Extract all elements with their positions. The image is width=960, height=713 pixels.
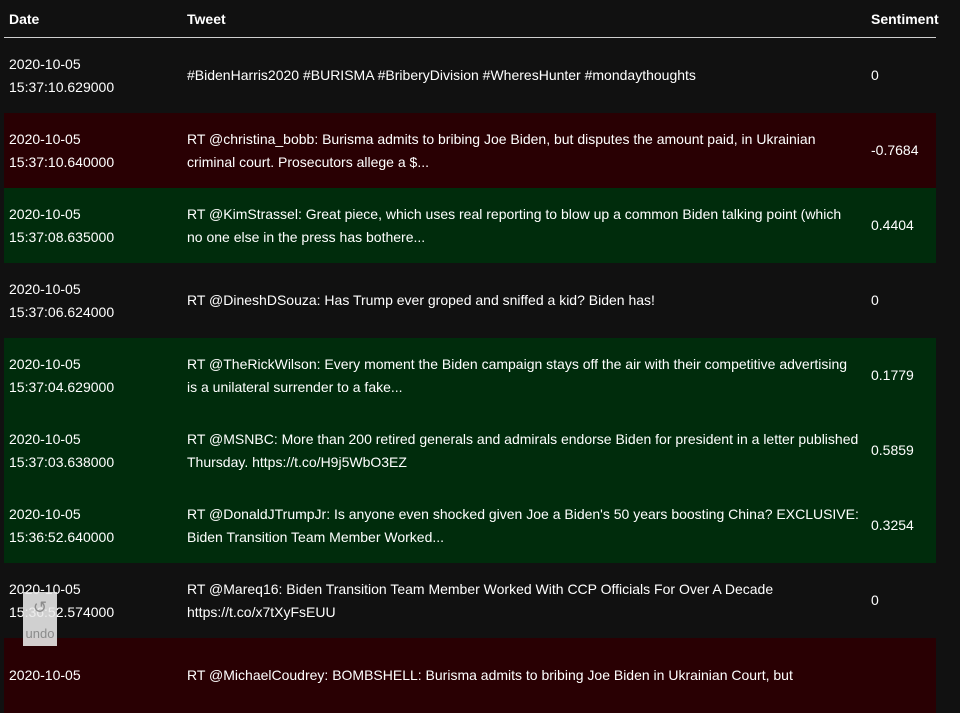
date-value: 2020-10-05: [9, 428, 182, 451]
tweets-table-container: Date Tweet Sentiment 2020-10-0515:37:10.…: [4, 0, 936, 713]
date-cell: 2020-10-0515:37:10.629000: [4, 38, 182, 114]
sentiment-cell: -0.7684: [866, 113, 936, 188]
table-row[interactable]: 2020-10-0515:37:08.635000RT @KimStrassel…: [4, 188, 936, 263]
time-value: 15:37:08.635000: [9, 226, 182, 249]
undo-label: undo: [23, 626, 57, 642]
date-cell: 2020-10-0515:37:10.640000: [4, 113, 182, 188]
tweet-cell: RT @MSNBC: More than 200 retired general…: [182, 413, 866, 488]
date-cell: 2020-10-0515:37:08.635000: [4, 188, 182, 263]
table-body: 2020-10-0515:37:10.629000#BidenHarris202…: [4, 38, 936, 713]
table-row[interactable]: 2020-10-0515:36:52.640000RT @DonaldJTrum…: [4, 488, 936, 563]
tweet-cell: RT @DineshDSouza: Has Trump ever groped …: [182, 263, 866, 338]
table-row[interactable]: 2020-10-0515:37:10.629000#BidenHarris202…: [4, 38, 936, 114]
date-value: 2020-10-05: [9, 353, 182, 376]
date-value: 2020-10-05: [9, 128, 182, 151]
tweet-cell: RT @Mareq16: Biden Transition Team Membe…: [182, 563, 866, 638]
sentiment-cell: 0.1779: [866, 338, 936, 413]
date-value: 2020-10-05: [9, 53, 182, 76]
tweet-cell: RT @MichaelCoudrey: BOMBSHELL: Burisma a…: [182, 638, 866, 713]
tweet-cell: #BidenHarris2020 #BURISMA #BriberyDivisi…: [182, 38, 866, 114]
tweet-column-header[interactable]: Tweet: [182, 0, 866, 38]
date-cell: 2020-10-0515:37:06.624000: [4, 263, 182, 338]
date-value: 2020-10-05: [9, 664, 182, 687]
date-value: 2020-10-05: [9, 203, 182, 226]
time-value: 15:37:10.640000: [9, 151, 182, 174]
tweet-cell: RT @KimStrassel: Great piece, which uses…: [182, 188, 866, 263]
date-cell: 2020-10-05: [4, 638, 182, 713]
sentiment-cell: 0: [866, 263, 936, 338]
sentiment-cell: 0: [866, 38, 936, 114]
tweet-cell: RT @DonaldJTrumpJr: Is anyone even shock…: [182, 488, 866, 563]
table-row[interactable]: 2020-10-0515:37:10.640000RT @christina_b…: [4, 113, 936, 188]
time-value: 15:37:03.638000: [9, 451, 182, 474]
undo-icon: ↺: [23, 598, 57, 618]
date-value: 2020-10-05: [9, 278, 182, 301]
header-row: Date Tweet Sentiment: [4, 0, 936, 38]
time-value: 15:37:10.629000: [9, 76, 182, 99]
date-cell: 2020-10-0515:37:04.629000: [4, 338, 182, 413]
sentiment-cell: 0.3254: [866, 488, 936, 563]
sentiment-cell: 0.4404: [866, 188, 936, 263]
time-value: 15:36:52.640000: [9, 526, 182, 549]
time-value: 15:37:04.629000: [9, 376, 182, 399]
table-header: Date Tweet Sentiment: [4, 0, 936, 38]
tweets-table: Date Tweet Sentiment 2020-10-0515:37:10.…: [4, 0, 936, 713]
date-cell: 2020-10-0515:37:03.638000: [4, 413, 182, 488]
time-value: 15:37:06.624000: [9, 301, 182, 324]
table-row[interactable]: 2020-10-0515:37:03.638000RT @MSNBC: More…: [4, 413, 936, 488]
date-column-header[interactable]: Date: [4, 0, 182, 38]
date-cell: 2020-10-0515:36:52.640000: [4, 488, 182, 563]
tweet-cell: RT @christina_bobb: Burisma admits to br…: [182, 113, 866, 188]
sentiment-cell: 0.5859: [866, 413, 936, 488]
table-row[interactable]: 2020-10-0515:36:52.574000RT @Mareq16: Bi…: [4, 563, 936, 638]
sentiment-column-header[interactable]: Sentiment: [866, 0, 936, 38]
tweet-cell: RT @TheRickWilson: Every moment the Bide…: [182, 338, 866, 413]
date-value: 2020-10-05: [9, 503, 182, 526]
table-row[interactable]: 2020-10-0515:37:06.624000RT @DineshDSouz…: [4, 263, 936, 338]
sentiment-cell: 0: [866, 563, 936, 638]
sentiment-cell: [866, 638, 936, 713]
table-row[interactable]: 2020-10-05RT @MichaelCoudrey: BOMBSHELL:…: [4, 638, 936, 713]
table-row[interactable]: 2020-10-0515:37:04.629000RT @TheRickWils…: [4, 338, 936, 413]
undo-button[interactable]: ↺ undo: [23, 592, 57, 646]
